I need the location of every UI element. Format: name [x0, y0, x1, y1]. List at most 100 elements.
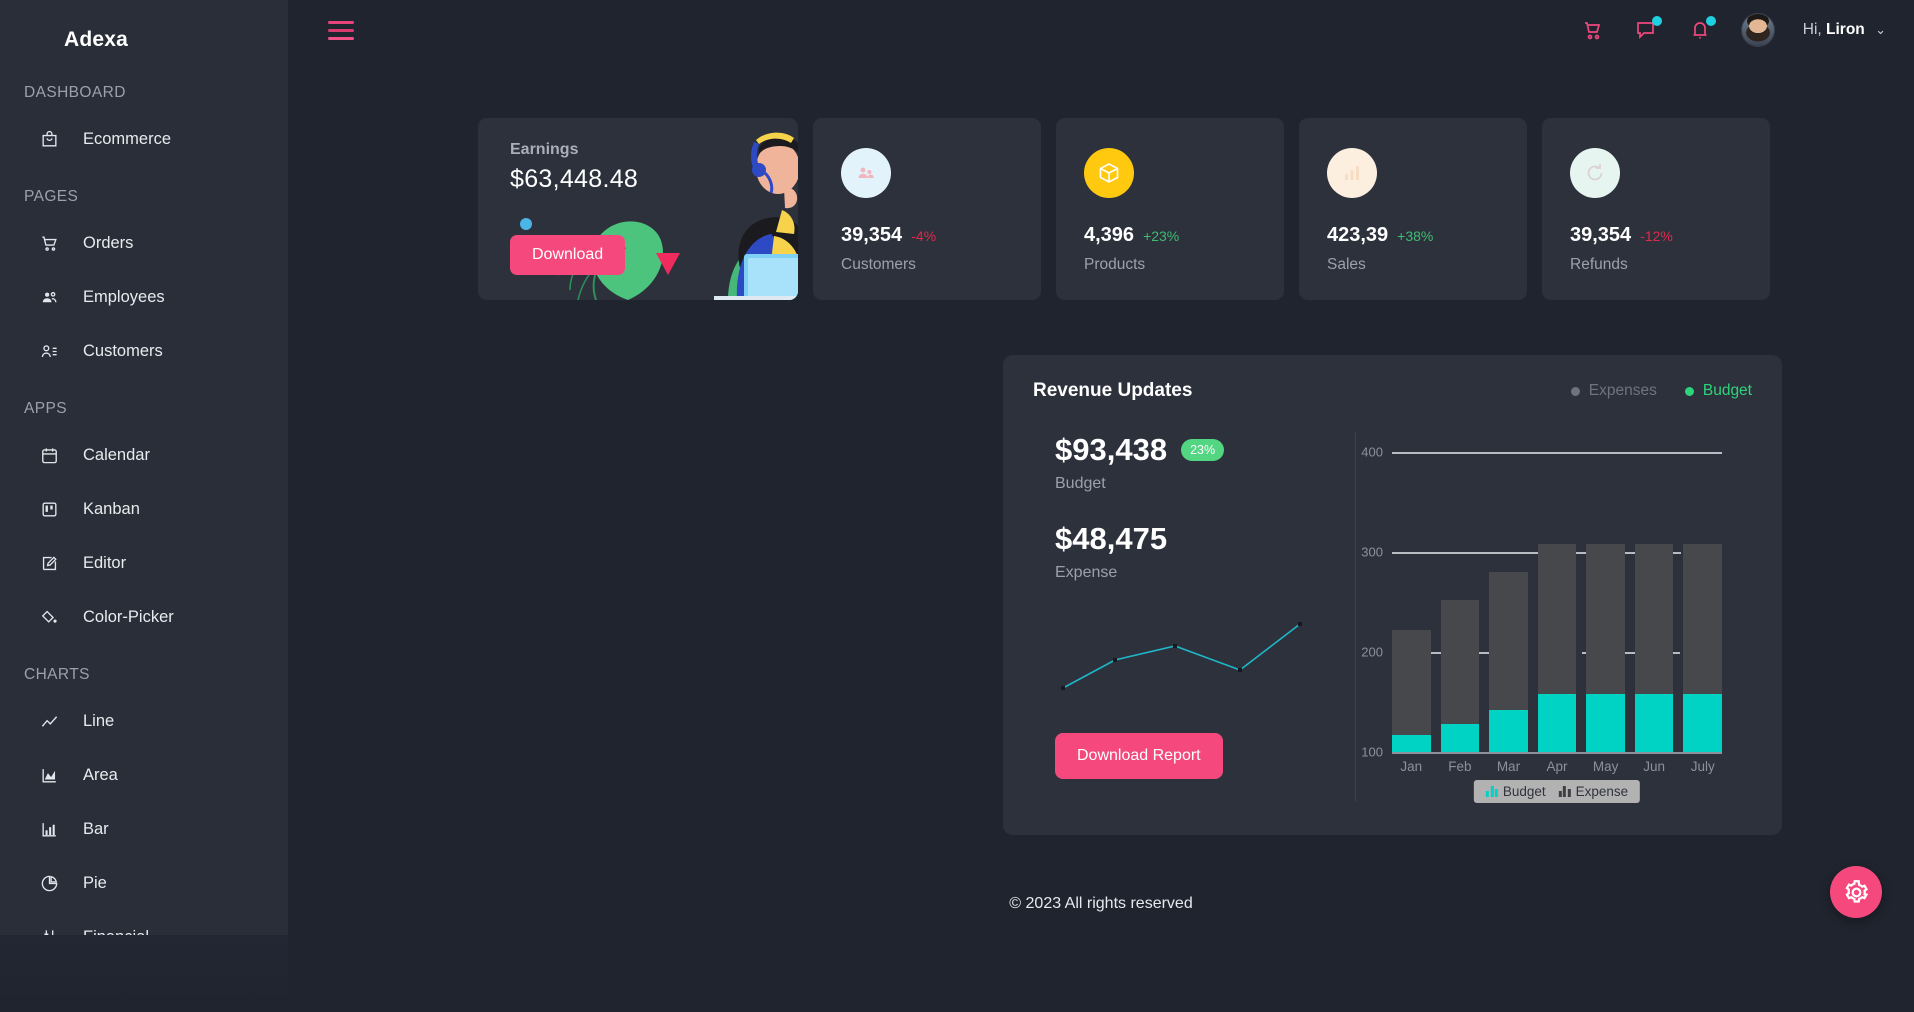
- chevron-down-icon[interactable]: ⌄: [1875, 22, 1886, 37]
- user-name: Liron: [1826, 21, 1865, 38]
- chart-legend-budget[interactable]: Budget: [1485, 784, 1546, 799]
- sidebar-item-label: Calendar: [83, 445, 150, 464]
- sidebar-item-employees[interactable]: Employees: [0, 270, 288, 324]
- customers-people-icon: [841, 148, 891, 198]
- nav-section-pages: PAGES Orders Employees Customers: [0, 166, 288, 378]
- product-box-icon: [1084, 148, 1134, 198]
- notification-badge-dot: [1705, 16, 1716, 26]
- bar-column-jan[interactable]: [1392, 432, 1431, 752]
- sidebar-item-orders[interactable]: Orders: [0, 216, 288, 270]
- sidebar-item-editor[interactable]: Editor: [0, 536, 288, 590]
- budget-amount: $93,438: [1055, 432, 1168, 467]
- settings-fab-button[interactable]: [1830, 866, 1882, 918]
- stat-delta: +38%: [1397, 228, 1434, 244]
- bar-chart: 400 300 200 100 Jan Feb Mar Apr May Jun …: [1361, 432, 1723, 803]
- budget-percent-badge: 23%: [1181, 439, 1225, 461]
- expense-label: Expense: [1055, 564, 1118, 581]
- bar-budget: [1683, 694, 1723, 752]
- nav-section-title: CHARTS: [24, 666, 90, 683]
- stat-delta: -4%: [911, 228, 937, 244]
- sidebar-item-calendar[interactable]: Calendar: [0, 428, 288, 482]
- stat-value: 4,396: [1084, 224, 1135, 246]
- y-tick-100: 100: [1361, 744, 1383, 760]
- chart-legend: Budget Expense: [1473, 780, 1641, 803]
- sidebar-item-customers[interactable]: Customers: [0, 324, 288, 378]
- sidebar-item-color-picker[interactable]: Color-Picker: [0, 590, 288, 644]
- x-label: Apr: [1546, 759, 1568, 774]
- legend-item-budget[interactable]: Budget: [1684, 382, 1752, 400]
- sidebar-item-line[interactable]: Line: [0, 694, 288, 748]
- sidebar-item-label: Pie: [83, 873, 107, 892]
- x-label: Jan: [1400, 759, 1423, 774]
- sidebar-item-financial[interactable]: Financial: [0, 910, 288, 935]
- legend-bullet-icon: [1570, 386, 1580, 396]
- stat-delta: +23%: [1143, 228, 1180, 244]
- greeting-text: Hi,: [1802, 21, 1822, 38]
- stat-label: Sales: [1327, 256, 1366, 273]
- bar-column-feb[interactable]: [1440, 432, 1480, 752]
- bar-column-mar[interactable]: [1489, 432, 1528, 752]
- sidebar-item-pie[interactable]: Pie: [0, 856, 288, 910]
- line-chart-icon: [40, 712, 59, 731]
- y-tick-300: 300: [1361, 544, 1383, 560]
- bar-chart-icon: [1485, 786, 1498, 797]
- sidebar-item-label: Financial: [83, 928, 149, 936]
- bar-budget: [1634, 694, 1674, 752]
- sidebar-item-area[interactable]: Area: [0, 748, 288, 802]
- chat-bubble-icon[interactable]: [1633, 16, 1662, 43]
- sales-bars-icon: [1327, 148, 1377, 198]
- x-label: May: [1592, 759, 1619, 774]
- x-label: Mar: [1496, 759, 1521, 774]
- hamburger-menu-icon[interactable]: [328, 16, 354, 45]
- shopping-cart-icon[interactable]: [1579, 17, 1605, 43]
- bell-icon[interactable]: [1687, 16, 1716, 43]
- sidebar-item-bar[interactable]: Bar: [0, 802, 288, 856]
- budget-amount-row: $93,438 23%: [1055, 432, 1355, 468]
- pie-chart-icon: [40, 874, 59, 893]
- financial-chart-icon: [40, 928, 59, 935]
- bar-column-apr[interactable]: [1537, 432, 1577, 752]
- sidebar-item-label: Editor: [83, 553, 127, 572]
- legend-item-expenses[interactable]: Expenses: [1570, 382, 1657, 400]
- x-label: Jun: [1643, 759, 1666, 774]
- download-report-button[interactable]: Download Report: [1055, 733, 1223, 779]
- stat-value: 39,354: [841, 224, 903, 246]
- sidebar-bottom-fade: [0, 935, 288, 1012]
- earnings-value: $63,448.48: [510, 165, 639, 193]
- chart-legend-expense[interactable]: Expense: [1558, 784, 1628, 799]
- sidebar-item-label: Bar: [83, 819, 109, 838]
- brand[interactable]: Adexa: [0, 0, 288, 62]
- x-label: Feb: [1448, 759, 1472, 774]
- stat-cards-row: Earnings $63,448.48 Download 39,354 -4% …: [288, 60, 1914, 300]
- earnings-card: Earnings $63,448.48 Download: [478, 118, 798, 300]
- bar-column-jun[interactable]: [1634, 432, 1674, 752]
- stat-card-refunds: 39,354 -12% Refunds: [1542, 118, 1770, 300]
- budget-label: Budget: [1055, 475, 1106, 492]
- sidebar-item-label: Area: [83, 765, 118, 784]
- sidebar-item-ecommerce[interactable]: Ecommerce: [0, 112, 288, 166]
- legend-bullet-icon: [1684, 386, 1694, 396]
- sidebar-item-label: Employees: [83, 287, 165, 306]
- revenue-chart-area: 400 300 200 100 Jan Feb Mar Apr May Jun …: [1356, 432, 1782, 806]
- revenue-summary: $93,438 23% Budget $48,475 Expense Downl…: [1003, 432, 1356, 802]
- download-button[interactable]: Download: [510, 235, 626, 275]
- sidebar: Adexa DASHBOARD Ecommerce PAGES Orders E…: [0, 0, 288, 935]
- refund-refresh-icon: [1570, 148, 1620, 198]
- y-tick-200: 200: [1361, 644, 1383, 660]
- kanban-board-icon: [40, 500, 59, 519]
- users-icon: [40, 288, 59, 307]
- sidebar-item-label: Orders: [83, 233, 134, 252]
- stat-card-customers: 39,354 -4% Customers: [813, 118, 1041, 300]
- avatar[interactable]: [1740, 13, 1775, 47]
- sidebar-item-kanban[interactable]: Kanban: [0, 482, 288, 536]
- user-greeting[interactable]: Hi, Liron ⌄: [1803, 21, 1886, 39]
- bar-columns: [1392, 432, 1723, 752]
- area-chart-icon: [40, 766, 59, 785]
- bar-column-july[interactable]: [1683, 432, 1723, 752]
- bar-budget: [1489, 710, 1528, 752]
- x-label: July: [1690, 759, 1715, 774]
- bar-column-may[interactable]: [1586, 432, 1625, 752]
- legend-label: Budget: [1702, 382, 1752, 399]
- brand-name: Adexa: [64, 27, 129, 51]
- sidebar-item-label: Color-Picker: [83, 607, 174, 626]
